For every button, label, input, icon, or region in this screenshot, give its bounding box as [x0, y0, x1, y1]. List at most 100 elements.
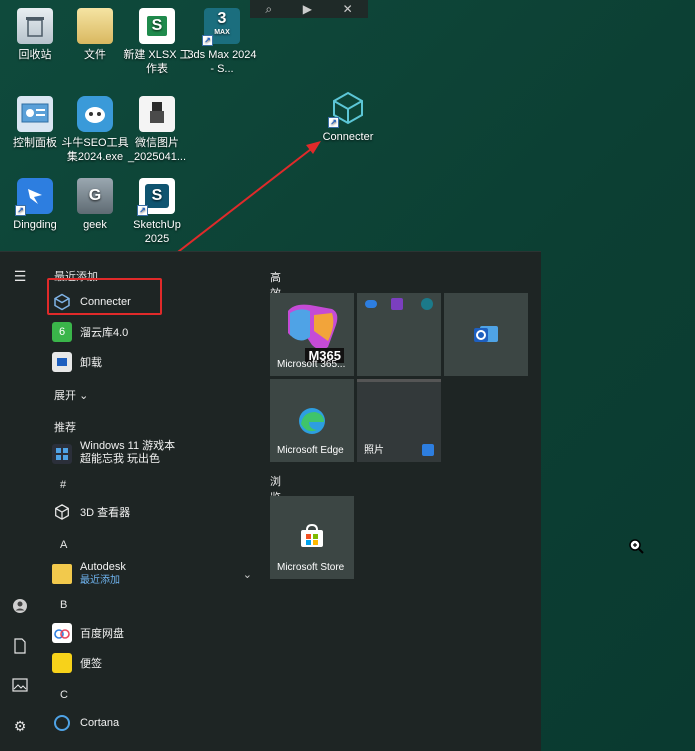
- sketchup-icon: S ↗: [137, 178, 175, 216]
- tile-label: Microsoft Edge: [277, 445, 344, 456]
- desktop-icon-sketchup[interactable]: S ↗ SketchUp 2025: [122, 178, 192, 246]
- desktop-icon-label: SketchUp 2025: [133, 219, 181, 245]
- 3d-cube-icon: [52, 502, 72, 522]
- app-item-liuyunku[interactable]: 6 溜云库4.0: [52, 320, 252, 344]
- photos-icon: [422, 444, 434, 456]
- shortcut-arrow-icon: ↗: [137, 205, 148, 216]
- app-item-label: 百度网盘: [80, 628, 124, 640]
- app-item-baidu-netdisk[interactable]: 百度网盘: [52, 621, 252, 645]
- recycle-bin-icon: [17, 8, 53, 44]
- desktop-icon-connecter[interactable]: ↗ Connecter: [313, 90, 383, 144]
- letter-header-b[interactable]: B: [60, 599, 67, 611]
- letter-header-a[interactable]: A: [60, 539, 67, 551]
- app-item-autodesk-folder[interactable]: Autodesk 最近添加 ⌄: [52, 559, 252, 589]
- tile-photos[interactable]: 照片: [357, 379, 441, 462]
- app-item-cortana[interactable]: Cortana: [52, 711, 252, 735]
- chevron-down-icon: ⌄: [79, 390, 89, 402]
- app-item-label: 便签: [80, 658, 102, 670]
- shortcut-arrow-icon: ↗: [15, 205, 26, 216]
- app-item-sublabel: 超能忘我 玩出色: [80, 453, 161, 465]
- app-item-windows11-ad[interactable]: Windows 11 游戏本 超能忘我 玩出色: [52, 440, 252, 470]
- desktop-icon-files[interactable]: 文件: [60, 8, 130, 62]
- desktop-icon-label: Dingding: [13, 219, 57, 231]
- app-item-label: 卸载: [80, 357, 102, 369]
- app-item-label: 溜云库4.0: [80, 327, 129, 339]
- geek-trash-icon: G: [77, 178, 113, 214]
- desktop-icon-label: geek: [83, 219, 107, 231]
- letter-header-hash[interactable]: #: [60, 479, 66, 491]
- tile-microsoft-edge[interactable]: Microsoft Edge: [270, 379, 354, 462]
- image-thumbnail-icon: [139, 96, 175, 132]
- start-menu-rail: ☰ ⚙: [0, 252, 40, 751]
- tile-label: Microsoft Store: [277, 562, 345, 573]
- chevron-down-icon: ⌄: [242, 568, 252, 581]
- recently-added-tag: 最近添加: [80, 575, 120, 586]
- recommended-heading: 推荐: [54, 422, 76, 434]
- desktop-icon-seo-tool[interactable]: 斗牛SEO工具集2024.exe: [60, 96, 130, 164]
- liuyunku-icon: 6: [52, 322, 72, 342]
- app-item-uninstall[interactable]: 卸载: [52, 350, 252, 374]
- tile-microsoft-store[interactable]: Microsoft Store: [270, 496, 354, 579]
- tile-label: 照片: [364, 445, 384, 456]
- tile-outlook[interactable]: [444, 293, 528, 376]
- app-list: 最近添加 Connecter 6 溜云库4.0 卸载 展开 ⌄ 推荐 Windo…: [46, 252, 256, 751]
- 3dsmax-icon: 3 MAX ↗: [202, 8, 240, 46]
- expand-button[interactable]: 展开 ⌄: [54, 387, 88, 403]
- uninstall-icon: [52, 352, 72, 372]
- shortcut-arrow-icon: ↗: [328, 117, 339, 128]
- desktop-icon-label: 回收站: [18, 49, 52, 61]
- app-item-label: 3D 查看器: [80, 507, 131, 519]
- desktop-icon-3dsmax[interactable]: 3 MAX ↗ 3ds Max 2024 - S...: [187, 8, 257, 76]
- windows-logo-icon: [52, 444, 72, 464]
- desktop-icon-label: Connecter: [322, 131, 374, 143]
- settings-gear-icon[interactable]: ⚙: [12, 718, 28, 734]
- desktop-icon-label: 3ds Max 2024 - S...: [187, 49, 257, 75]
- cortana-ring-icon: [52, 713, 72, 733]
- search-icon[interactable]: ⌕: [265, 2, 272, 17]
- tile-microsoft-365[interactable]: M365 Microsoft 365...: [270, 293, 354, 376]
- connecter-cube-icon: ↗: [328, 90, 366, 128]
- dingding-icon: ↗: [15, 178, 53, 216]
- hamburger-menu-icon[interactable]: ☰: [12, 268, 28, 284]
- outlook-icon: [474, 326, 498, 342]
- onenote-icon: [391, 298, 403, 310]
- desktop-icon-label: 微信图片_2025041...: [127, 137, 187, 163]
- play-icon[interactable]: ▶: [303, 2, 312, 16]
- desktop-icon-geek[interactable]: G geek: [60, 178, 130, 232]
- start-menu: ☰ ⚙ 最近添加 Connecter 6 溜云库4.0 卸载 展开 ⌄ 推荐 W…: [0, 251, 541, 751]
- close-icon[interactable]: ✕: [343, 2, 353, 16]
- control-panel-icon: [17, 96, 53, 132]
- floating-toolbar: ⌕ ▶ ✕: [250, 0, 368, 18]
- app-item-label: Cortana: [80, 717, 120, 729]
- desktop-icon-wechat-image[interactable]: 微信图片_2025041...: [122, 96, 192, 164]
- skype-icon: [421, 298, 433, 310]
- xlsx-file-icon: S: [139, 8, 175, 44]
- shortcut-arrow-icon: ↗: [202, 35, 213, 46]
- desktop-icon-label: 控制面板: [13, 137, 57, 149]
- cow-app-icon: [77, 96, 113, 132]
- documents-icon[interactable]: [12, 638, 28, 654]
- folder-icon: [52, 564, 72, 584]
- pictures-icon[interactable]: [12, 678, 28, 694]
- baidu-netdisk-icon: [52, 623, 72, 643]
- tile-office-apps-folder[interactable]: [357, 293, 441, 376]
- edge-icon: [299, 408, 325, 434]
- app-item-label: Autodesk: [80, 561, 126, 573]
- app-item-3d-viewer[interactable]: 3D 查看器: [52, 500, 252, 524]
- desktop-icon-xlsx[interactable]: S 新建 XLSX 工作表: [122, 8, 192, 76]
- letter-header-c[interactable]: C: [60, 689, 68, 701]
- user-account-icon[interactable]: [12, 598, 28, 614]
- annotation-highlight-box: [47, 278, 162, 315]
- tile-label: Microsoft 365...: [277, 359, 346, 370]
- onedrive-icon: [365, 300, 377, 308]
- desktop-icon-label: 新建 XLSX 工作表: [123, 49, 191, 75]
- app-item-label: Windows 11 游戏本: [80, 440, 176, 452]
- zoom-cursor-icon: [629, 539, 644, 554]
- store-bag-icon: [301, 523, 323, 547]
- folder-icon: [77, 8, 113, 44]
- microsoft-365-logo-icon: [288, 304, 338, 350]
- app-item-sticky-notes[interactable]: 便签: [52, 651, 252, 675]
- desktop-icon-label: 斗牛SEO工具集2024.exe: [61, 137, 129, 163]
- sticky-note-icon: [52, 653, 72, 673]
- desktop-icon-label: 文件: [84, 49, 106, 61]
